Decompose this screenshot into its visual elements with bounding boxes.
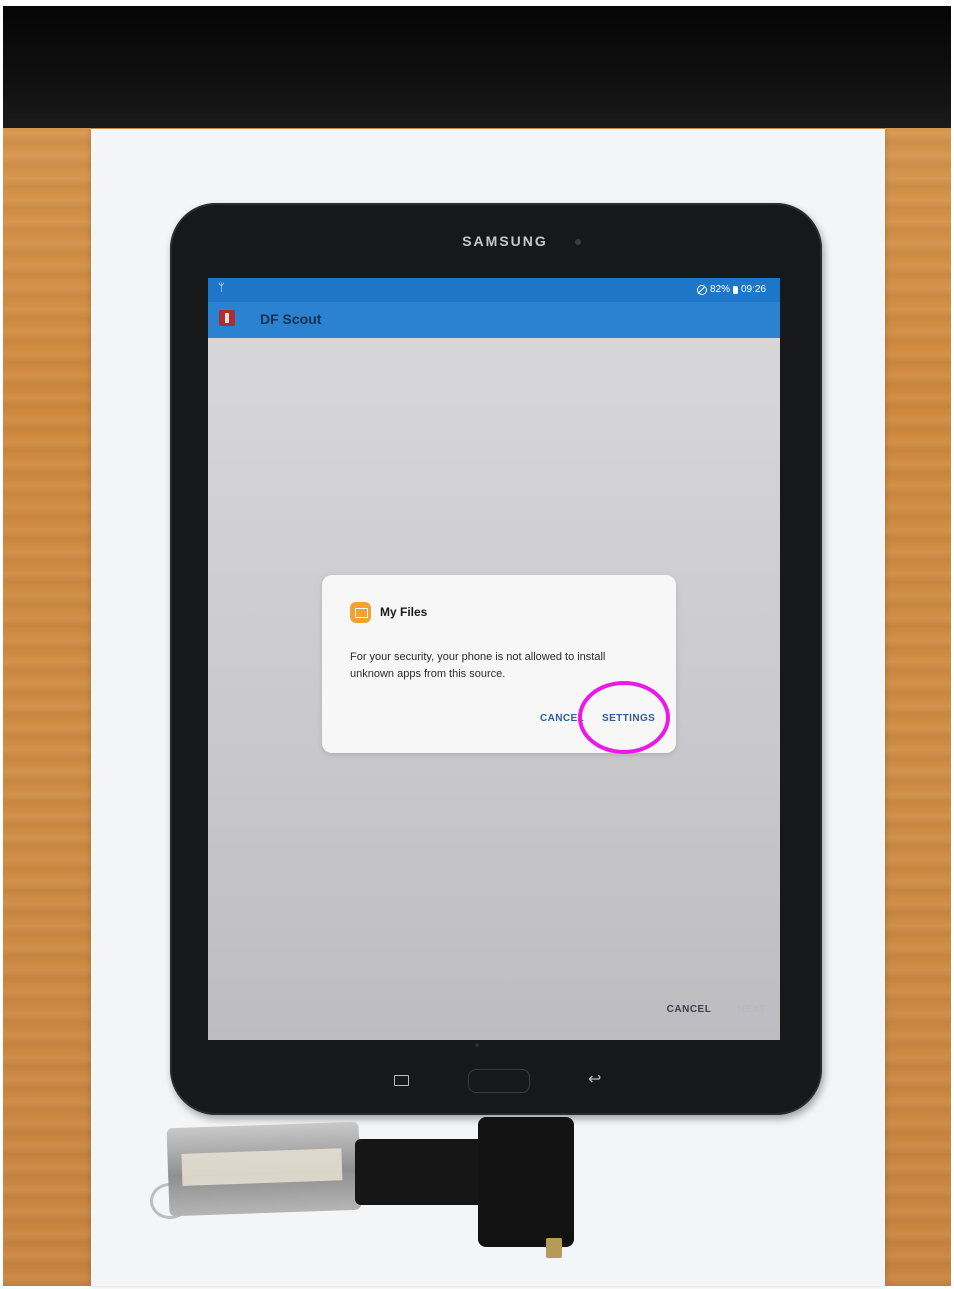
usb-flash-drive — [166, 1121, 362, 1217]
otg-cable — [355, 1139, 485, 1205]
usb-icon: ᛘ — [218, 282, 225, 294]
usb-drive-label — [181, 1148, 343, 1186]
battery-icon — [732, 285, 738, 294]
next-button[interactable]: NEXT — [737, 1004, 766, 1015]
back-icon[interactable]: ↩ — [588, 1069, 601, 1089]
battery-percent: 82% — [709, 284, 730, 295]
micro-usb-plug — [546, 1238, 562, 1258]
device-brand: SAMSUNG — [462, 233, 548, 249]
front-camera — [575, 239, 581, 245]
dialog-message: For your security, your phone is not all… — [350, 651, 606, 680]
settings-highlight-circle — [578, 681, 670, 754]
cancel-button[interactable]: CANCEL — [667, 1004, 712, 1015]
status-indicators: 82% 09:26 — [696, 284, 766, 295]
dark-cloth — [3, 6, 951, 128]
recent-apps-icon[interactable] — [394, 1075, 409, 1086]
app-title: DF Scout — [260, 311, 322, 327]
status-time: 09:26 — [740, 284, 766, 295]
status-bar: ᛘ 82% 09:26 — [208, 278, 780, 302]
tablet-device: SAMSUNG ᛘ 82% 09:26 DF Scout My Files Fo… — [170, 203, 822, 1115]
home-button[interactable] — [468, 1069, 530, 1093]
folder-icon — [350, 602, 371, 623]
do-not-disturb-icon — [696, 284, 707, 295]
dialog-title: My Files — [380, 605, 428, 619]
app-bar: DF Scout — [208, 302, 780, 338]
app-icon — [219, 310, 235, 326]
tablet-screen: ᛘ 82% 09:26 DF Scout My Files For your s… — [208, 278, 780, 1040]
hardware-nav-bar: ↩ — [170, 1043, 822, 1115]
otg-adapter — [478, 1117, 574, 1247]
wizard-actions: CANCEL NEXT — [667, 1004, 766, 1015]
